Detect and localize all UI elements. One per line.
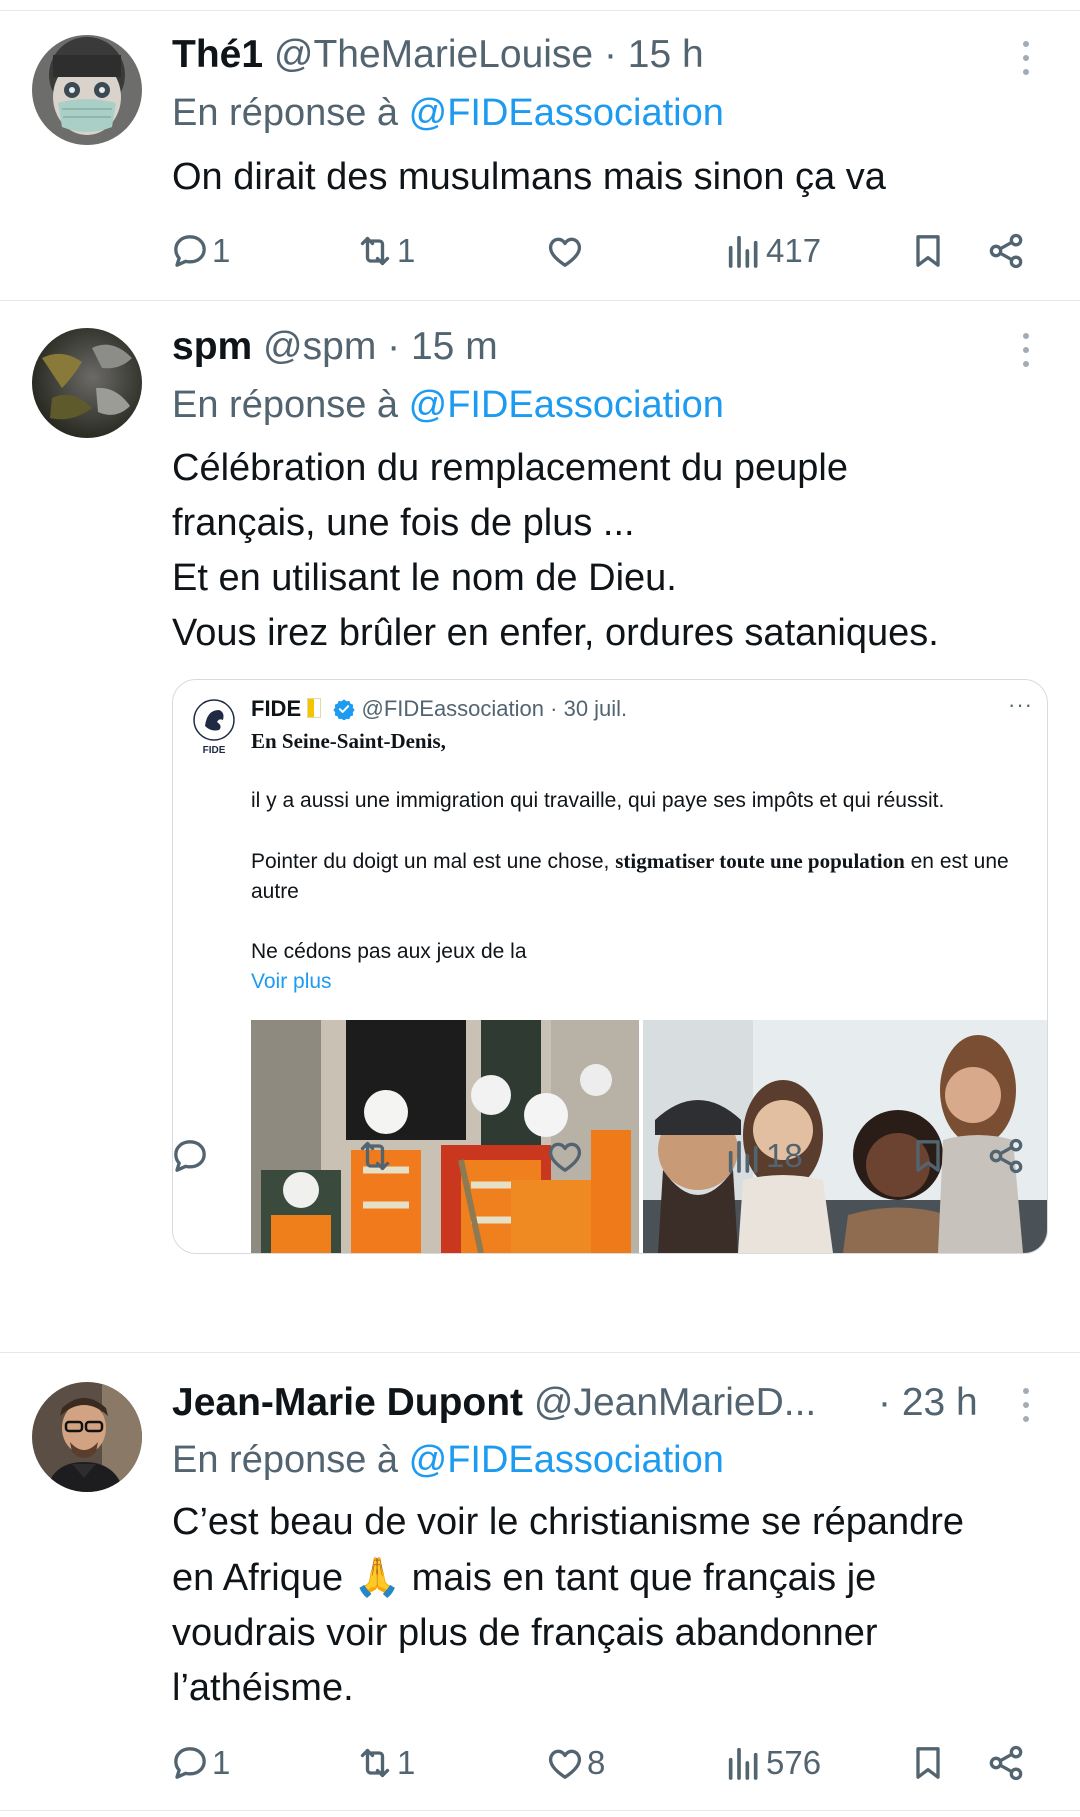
reply-icon: [174, 1747, 206, 1779]
reply-context: En réponse à @FIDEassociation: [172, 1435, 724, 1485]
action-bar: 1 1 8 576: [0, 1733, 1080, 1793]
share-button[interactable]: [986, 1733, 1026, 1793]
tweet-3[interactable]: Jean-Marie Dupont @JeanMarieD... · 23 h …: [0, 0, 1080, 1817]
share-icon: [989, 1745, 1023, 1781]
reply-button[interactable]: 1: [170, 1733, 230, 1793]
like-count: 8: [587, 1744, 606, 1781]
reply-to-link[interactable]: @FIDEassociation: [409, 1439, 724, 1481]
divider: [0, 1810, 1080, 1811]
timestamp[interactable]: · 23 h: [878, 1378, 978, 1428]
folded-hands-emoji: 🙏: [353, 1555, 402, 1599]
tweet-text: C’est beau de voir le christianisme se r…: [172, 1495, 1072, 1716]
like-button[interactable]: 8: [545, 1733, 605, 1793]
author-handle[interactable]: @JeanMarieD...: [534, 1381, 816, 1424]
retweet-icon: [360, 1748, 390, 1778]
text-line: voudrais voir plus de français abandonne…: [172, 1612, 878, 1654]
views-icon: [728, 1747, 758, 1780]
bookmark-icon: [916, 1747, 940, 1779]
avatar[interactable]: [32, 1382, 142, 1492]
more-icon[interactable]: [1005, 1380, 1045, 1430]
text-line: en Afrique 🙏 mais en tant que français j…: [172, 1555, 877, 1599]
like-icon: [548, 1749, 582, 1779]
text-line: l’athéisme.: [172, 1667, 354, 1709]
reply-prefix: En réponse à: [172, 1439, 399, 1481]
views-button[interactable]: 576: [724, 1733, 821, 1793]
views-count: 576: [766, 1744, 822, 1781]
retweet-button[interactable]: 1: [355, 1733, 415, 1793]
author-name[interactable]: Jean-Marie Dupont: [172, 1381, 523, 1424]
reply-count: 1: [212, 1744, 231, 1781]
tweet-header: Jean-Marie Dupont @JeanMarieD...: [172, 1378, 816, 1428]
retweet-count: 1: [397, 1744, 416, 1781]
text-line: C’est beau de voir le christianisme se r…: [172, 1501, 965, 1543]
bookmark-button[interactable]: [908, 1733, 948, 1793]
